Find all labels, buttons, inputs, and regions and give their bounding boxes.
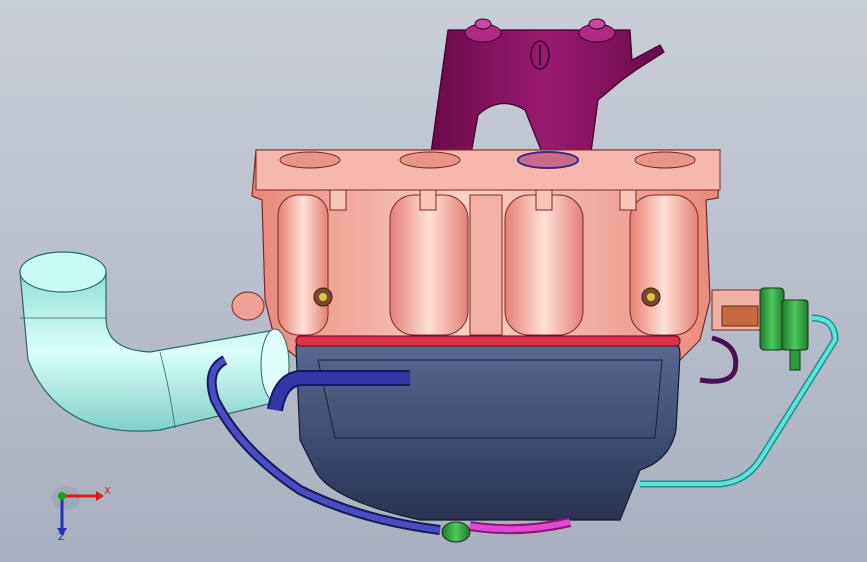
triad-z-label: Z: [58, 532, 65, 543]
engine-intake-assembly-model[interactable]: [0, 0, 867, 562]
cad-3d-viewport[interactable]: X Z: [0, 0, 867, 562]
view-orientation-triad: X Z: [48, 476, 118, 546]
intake-manifold[interactable]: [231, 149, 721, 361]
triad-x-label: X: [104, 486, 111, 497]
resonator-box[interactable]: [295, 335, 681, 521]
throttle-elbow-pipe[interactable]: [19, 251, 290, 432]
mounting-bracket[interactable]: [429, 18, 665, 161]
